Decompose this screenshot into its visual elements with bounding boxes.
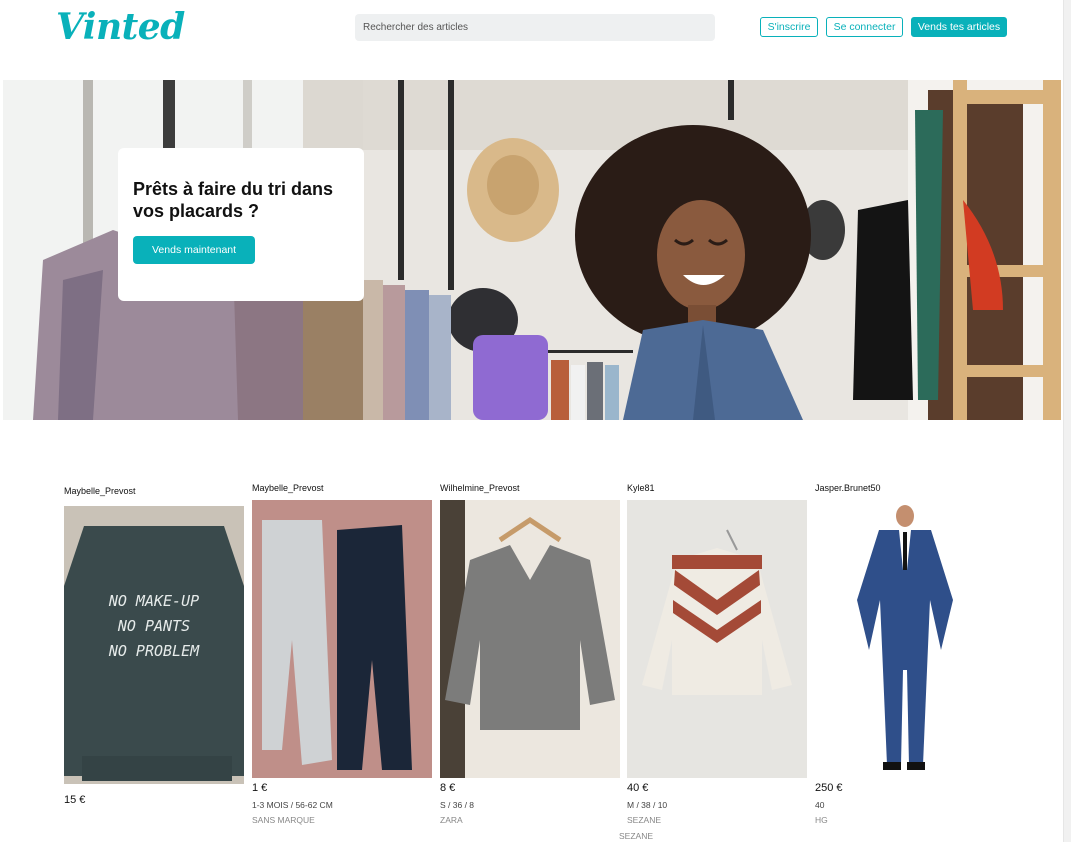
item-card[interactable]: Kyle81 40 € M / 38 / 10 SEZANE bbox=[627, 483, 807, 828]
extra-brand-label: SEZANE bbox=[619, 831, 654, 841]
item-size: M / 38 / 10 bbox=[627, 800, 668, 810]
item-photo[interactable] bbox=[252, 500, 432, 778]
item-photo[interactable] bbox=[627, 500, 807, 778]
print-line-1: NO MAKE-UP bbox=[108, 592, 199, 610]
item-size: S / 36 / 8 bbox=[440, 800, 475, 810]
hero-card: Prêts à faire du tri dans vos placards ?… bbox=[118, 148, 364, 301]
blue-suit-photo bbox=[815, 500, 995, 778]
seller-name[interactable]: Wilhelmine_Prevost bbox=[440, 483, 620, 493]
grey-knit-sweater-photo bbox=[440, 500, 620, 778]
seller-name[interactable]: Maybelle_Prevost bbox=[252, 483, 432, 493]
item-price: 15 € bbox=[64, 794, 86, 806]
item-card[interactable]: Wilhelmine_Prevost 8 € S / 36 / 8 ZARA bbox=[440, 483, 620, 828]
item-brand[interactable]: SEZANE bbox=[627, 815, 661, 825]
item-size: 40 bbox=[815, 800, 825, 810]
item-photo[interactable]: NO MAKE-UP NO PANTS NO PROBLEM bbox=[64, 506, 244, 784]
seller-name[interactable]: Kyle81 bbox=[627, 483, 807, 493]
item-size: 1-3 MOIS / 56-62 CM bbox=[252, 800, 333, 810]
search-bar[interactable] bbox=[355, 14, 715, 41]
login-button[interactable]: Se connecter bbox=[826, 17, 903, 37]
item-photo[interactable] bbox=[440, 500, 620, 778]
baby-tights-photo bbox=[252, 500, 432, 778]
search-input[interactable] bbox=[355, 14, 715, 41]
item-brand[interactable]: ZARA bbox=[440, 815, 463, 825]
sell-items-button[interactable]: Vends tes articles bbox=[911, 17, 1007, 37]
print-line-3: NO PROBLEM bbox=[108, 642, 200, 660]
item-price: 8 € bbox=[440, 782, 456, 794]
print-line-2: NO PANTS bbox=[117, 617, 190, 635]
item-card[interactable]: Maybelle_Prevost 1 € 1-3 MOIS / 56-62 CM… bbox=[252, 483, 432, 828]
sell-now-button[interactable]: Vends maintenant bbox=[133, 236, 256, 264]
item-card[interactable]: Jasper.Brunet50 250 € 40 HG bbox=[815, 483, 995, 828]
seller-name[interactable]: Jasper.Brunet50 bbox=[815, 483, 995, 493]
item-card[interactable]: Maybelle_Prevost NO MAKE-UP NO PANTS NO … bbox=[64, 486, 244, 816]
item-price: 250 € bbox=[815, 782, 843, 794]
hero-title: Prêts à faire du tri dans vos placards ? bbox=[133, 179, 334, 221]
item-photo[interactable] bbox=[815, 500, 995, 778]
item-price: 1 € bbox=[252, 782, 268, 794]
item-price: 40 € bbox=[627, 782, 649, 794]
hero-banner: Prêts à faire du tri dans vos placards ?… bbox=[3, 80, 1061, 420]
vinted-logo[interactable]: Vinted bbox=[56, 6, 185, 48]
seller-name[interactable]: Maybelle_Prevost bbox=[64, 486, 244, 496]
item-brand[interactable]: HG bbox=[815, 815, 828, 825]
item-brand[interactable]: SANS MARQUE bbox=[252, 815, 315, 825]
signup-button[interactable]: S'inscrire bbox=[760, 17, 818, 37]
chevron-sweater-photo bbox=[627, 500, 807, 778]
sweatshirt-no-makeup-photo: NO MAKE-UP NO PANTS NO PROBLEM bbox=[64, 506, 244, 784]
page-scrollbar[interactable] bbox=[1063, 0, 1071, 842]
